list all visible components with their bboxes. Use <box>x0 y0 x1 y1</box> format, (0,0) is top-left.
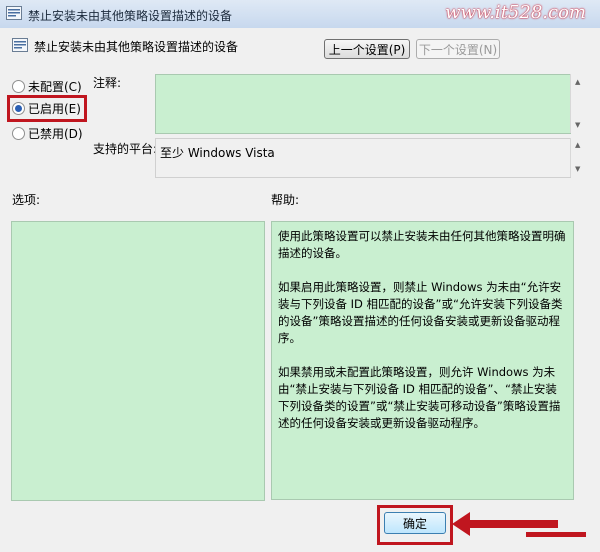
policy-icon <box>12 38 28 52</box>
help-label: 帮助: <box>271 193 300 207</box>
radio-circle-selected[interactable] <box>12 102 25 115</box>
help-paragraph: 如果启用此策略设置，则禁止 Windows 为未由“允许安装与下列设备 ID 相… <box>278 280 563 345</box>
policy-icon <box>6 6 22 20</box>
radio-circle[interactable] <box>12 127 25 140</box>
radio-label: 未配置(C) <box>28 80 82 94</box>
dialog-content: 禁止安装未由其他策略设置描述的设备 上一个设置(P) 下一个设置(N) 未配置(… <box>0 28 600 552</box>
radio-not-configured[interactable]: 未配置(C) <box>12 78 82 95</box>
next-setting-button[interactable]: 下一个设置(N) <box>416 39 500 59</box>
window-titlebar: 禁止安装未由其他策略设置描述的设备 www.it528.com <box>0 0 600 29</box>
comment-label: 注释: <box>93 76 122 90</box>
platform-label: 支持的平台: <box>93 142 158 156</box>
watermark-logo: www.it528.com <box>445 2 586 23</box>
radio-disabled[interactable]: 已禁用(D) <box>12 125 83 142</box>
comment-field[interactable] <box>155 74 571 134</box>
scroll-up-icon[interactable]: ▲ <box>575 78 580 86</box>
platform-field: 至少 Windows Vista <box>155 138 571 178</box>
platform-scrollbar[interactable]: ▲ ▼ <box>570 138 586 177</box>
scroll-down-icon[interactable]: ▼ <box>575 121 580 129</box>
radio-label: 已启用(E) <box>28 102 81 116</box>
arrow-annotation-icon <box>452 512 586 537</box>
policy-title: 禁止安装未由其他策略设置描述的设备 <box>34 40 239 54</box>
help-paragraph: 使用此策略设置可以禁止安装未由任何其他策略设置明确描述的设备。 <box>278 229 566 260</box>
radio-enabled[interactable]: 已启用(E) <box>12 100 81 117</box>
platform-value: 至少 Windows Vista <box>160 146 275 160</box>
radio-circle[interactable] <box>12 80 25 93</box>
radio-label: 已禁用(D) <box>28 127 83 141</box>
ok-button[interactable]: 确定 <box>384 512 446 534</box>
help-panel: 使用此策略设置可以禁止安装未由任何其他策略设置明确描述的设备。 如果启用此策略设… <box>271 221 574 500</box>
scroll-down-icon[interactable]: ▼ <box>575 165 580 173</box>
scroll-up-icon[interactable]: ▲ <box>575 141 580 149</box>
comment-scrollbar[interactable]: ▲ ▼ <box>570 74 586 133</box>
prev-setting-button[interactable]: 上一个设置(P) <box>324 39 410 59</box>
help-paragraph: 如果禁用或未配置此策略设置，则允许 Windows 为未由“禁止安装与下列设备 … <box>278 365 561 430</box>
window-title: 禁止安装未由其他策略设置描述的设备 <box>28 9 233 23</box>
options-panel <box>11 221 265 501</box>
options-label: 选项: <box>12 193 41 207</box>
